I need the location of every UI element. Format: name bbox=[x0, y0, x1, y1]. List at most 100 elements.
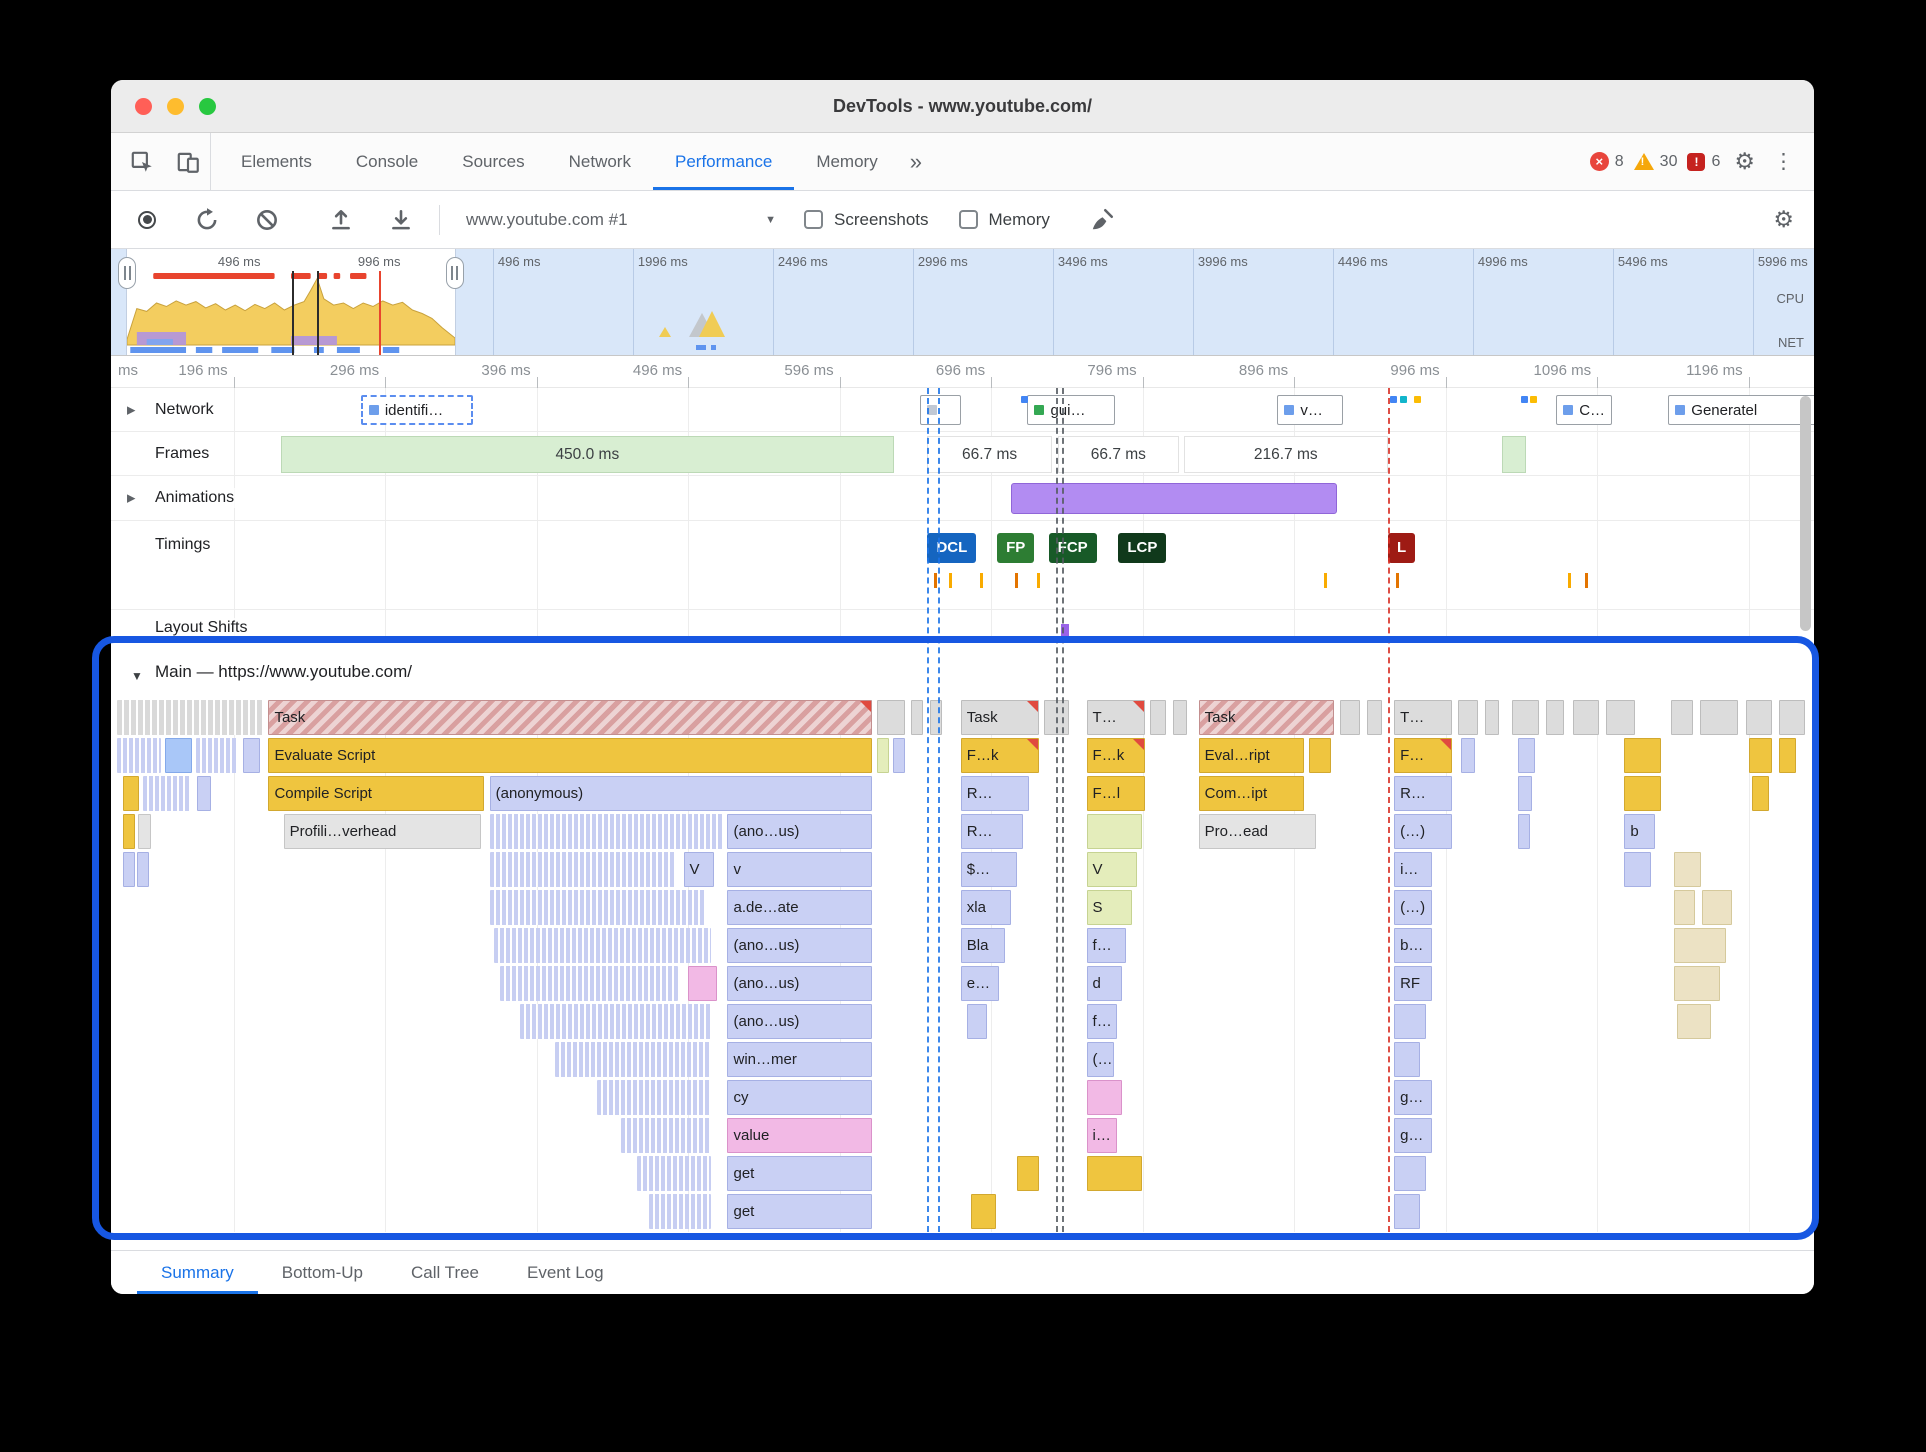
network-request[interactable]: v… bbox=[1277, 395, 1343, 425]
flame-bar[interactable]: g… bbox=[1394, 1118, 1433, 1153]
window-titlebar[interactable]: DevTools - www.youtube.com/ bbox=[111, 80, 1814, 133]
flame-bar[interactable]: f… bbox=[1086, 928, 1127, 963]
flame-bar[interactable] bbox=[165, 738, 192, 773]
flame-bar[interactable] bbox=[1674, 852, 1701, 887]
flame-bar[interactable] bbox=[1518, 814, 1531, 849]
flame-bar[interactable] bbox=[1674, 890, 1695, 925]
flame-bar[interactable]: (…) bbox=[1394, 814, 1453, 849]
flame-bar[interactable]: (anonymous) bbox=[489, 776, 872, 811]
flame-bar[interactable]: (… bbox=[1086, 1042, 1115, 1077]
flame-bar[interactable]: $… bbox=[960, 852, 1018, 887]
flame-bar[interactable] bbox=[123, 852, 135, 887]
flame-bar[interactable] bbox=[1778, 738, 1797, 773]
flame-bar[interactable] bbox=[1086, 1080, 1122, 1115]
flame-bar[interactable]: F…l bbox=[1086, 776, 1145, 811]
flame-bar[interactable] bbox=[138, 814, 151, 849]
flame-bar[interactable] bbox=[1457, 700, 1478, 735]
bottom-tab-call-tree[interactable]: Call Tree bbox=[387, 1251, 503, 1294]
flame-bar[interactable]: V bbox=[683, 852, 715, 887]
tab-network[interactable]: Network bbox=[547, 133, 653, 190]
flame-bar[interactable]: T… bbox=[1086, 700, 1145, 735]
frame-duration-bar[interactable]: 450.0 ms bbox=[280, 436, 895, 473]
frame-duration-bar[interactable]: 66.7 ms bbox=[927, 436, 1052, 473]
flame-bar[interactable]: Pro…ead bbox=[1198, 814, 1316, 849]
main-thread-header[interactable]: ▼ Main — https://www.youtube.com/ bbox=[111, 638, 1814, 700]
flame-bar[interactable]: RF bbox=[1394, 966, 1433, 1001]
flame-bar[interactable] bbox=[910, 700, 924, 735]
flame-bar[interactable] bbox=[1545, 700, 1565, 735]
flame-bar[interactable]: Compile Script bbox=[268, 776, 485, 811]
screenshots-checkbox-box[interactable] bbox=[804, 210, 823, 229]
flame-bar[interactable] bbox=[1086, 814, 1142, 849]
flame-bar[interactable] bbox=[1606, 700, 1636, 735]
load-profile-button[interactable] bbox=[319, 200, 363, 240]
flame-bar[interactable]: v bbox=[727, 852, 872, 887]
flame-bar[interactable]: V bbox=[1086, 852, 1138, 887]
flame-bar[interactable] bbox=[1751, 776, 1769, 811]
flame-bar[interactable] bbox=[195, 738, 238, 773]
collapse-main-icon[interactable]: ▼ bbox=[131, 669, 143, 683]
flame-bar[interactable] bbox=[197, 776, 212, 811]
flame-bar[interactable]: R… bbox=[960, 776, 1030, 811]
flame-bar[interactable]: F… bbox=[1394, 738, 1453, 773]
flame-bar[interactable]: Task bbox=[960, 700, 1039, 735]
flame-bar[interactable] bbox=[1748, 738, 1772, 773]
tab-performance[interactable]: Performance bbox=[653, 133, 794, 190]
frames-track[interactable]: Frames 450.0 ms 66.7 ms 66.7 ms 216.7 ms bbox=[111, 432, 1814, 476]
flame-bar[interactable] bbox=[1512, 700, 1539, 735]
expand-animations-icon[interactable]: ▶ bbox=[127, 492, 135, 505]
device-toolbar-icon[interactable] bbox=[165, 133, 211, 190]
flame-bar[interactable] bbox=[1778, 700, 1806, 735]
flame-bar[interactable]: (ano…us) bbox=[727, 966, 872, 1001]
save-profile-button[interactable] bbox=[379, 200, 423, 240]
flame-bar[interactable]: Task bbox=[1198, 700, 1334, 735]
flame-bar[interactable] bbox=[621, 1118, 712, 1153]
bottom-tab-bottom-up[interactable]: Bottom-Up bbox=[258, 1251, 387, 1294]
flame-bar[interactable] bbox=[494, 928, 712, 963]
tab-memory[interactable]: Memory bbox=[794, 133, 899, 190]
flame-bar[interactable] bbox=[1394, 1042, 1421, 1077]
network-request[interactable]: Generatel bbox=[1668, 395, 1814, 425]
more-tabs-chevron-icon[interactable]: » bbox=[900, 133, 932, 190]
flame-bar[interactable]: Profili…verhead bbox=[283, 814, 482, 849]
flame-bar[interactable] bbox=[1671, 700, 1694, 735]
flame-bar[interactable] bbox=[1460, 738, 1475, 773]
flame-bar[interactable] bbox=[1677, 1004, 1712, 1039]
flame-bar[interactable] bbox=[489, 852, 675, 887]
flame-bar[interactable]: i… bbox=[1394, 852, 1433, 887]
flame-bar[interactable] bbox=[500, 966, 678, 1001]
flame-bar[interactable] bbox=[1572, 700, 1600, 735]
inspect-element-icon[interactable] bbox=[119, 133, 165, 190]
flame-bar[interactable] bbox=[1150, 700, 1166, 735]
flame-bar[interactable] bbox=[1086, 1156, 1142, 1191]
console-warnings-badge[interactable]: ! 30 bbox=[1633, 153, 1677, 171]
settings-gear-icon[interactable]: ⚙ bbox=[1730, 148, 1759, 175]
flame-bar[interactable] bbox=[1674, 966, 1721, 1001]
flame-bar[interactable]: win…mer bbox=[727, 1042, 872, 1077]
flame-bar[interactable]: Com…ipt bbox=[1198, 776, 1304, 811]
minimize-window-button[interactable] bbox=[167, 98, 184, 115]
flame-bar[interactable] bbox=[242, 738, 260, 773]
flame-bar[interactable] bbox=[1394, 1194, 1421, 1229]
flame-bar[interactable] bbox=[1745, 700, 1772, 735]
flame-bar[interactable] bbox=[877, 738, 890, 773]
flame-bar[interactable] bbox=[930, 700, 943, 735]
flame-bar[interactable] bbox=[1674, 928, 1727, 963]
flame-bar[interactable] bbox=[877, 700, 906, 735]
flame-bar[interactable] bbox=[1309, 738, 1331, 773]
expand-network-icon[interactable]: ▶ bbox=[127, 403, 135, 416]
tab-console[interactable]: Console bbox=[334, 133, 440, 190]
vertical-scrollbar[interactable] bbox=[1800, 396, 1811, 631]
flame-bar[interactable]: F…k bbox=[960, 738, 1039, 773]
flame-bar[interactable]: cy bbox=[727, 1080, 872, 1115]
flame-bar[interactable] bbox=[554, 1042, 712, 1077]
network-request[interactable]: identifi… bbox=[360, 395, 473, 425]
flame-bar[interactable] bbox=[1339, 700, 1360, 735]
tab-sources[interactable]: Sources bbox=[440, 133, 546, 190]
flame-bar[interactable] bbox=[1701, 890, 1733, 925]
flame-bar[interactable] bbox=[136, 852, 149, 887]
flame-bar[interactable]: g… bbox=[1394, 1080, 1433, 1115]
reload-and-record-button[interactable] bbox=[185, 200, 229, 240]
timings-track[interactable]: Timings DCL FP FCP LCP L bbox=[111, 521, 1814, 610]
flame-bar[interactable]: T… bbox=[1394, 700, 1453, 735]
